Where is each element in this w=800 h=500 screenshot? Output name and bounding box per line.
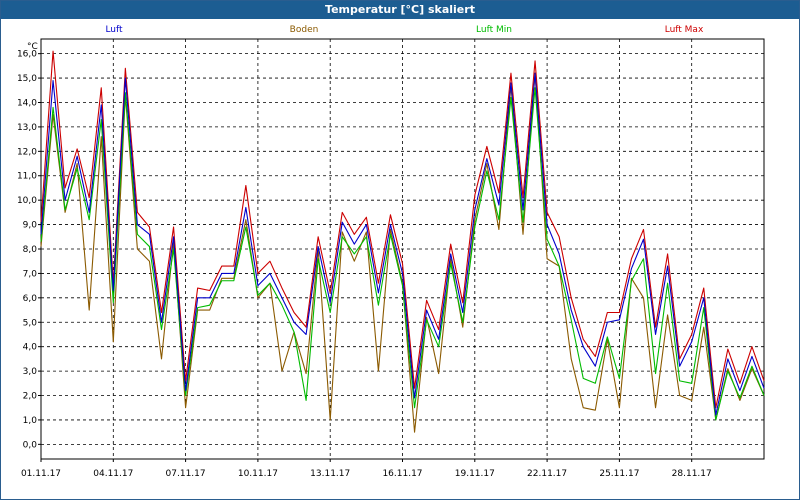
x-axis: 01.11.17 04.11.17 07.11.17 10.11.17 13.11.17…: [21, 459, 712, 479]
x-tick-label: 16.11.17: [382, 469, 422, 479]
x-tick-label: 28.11.17: [672, 469, 712, 479]
x-tick-label: 04.11.17: [93, 469, 133, 479]
y-tick-label: 5,0: [23, 318, 38, 328]
x-tick-label: 13.11.17: [310, 469, 350, 479]
x-tick-label: 07.11.17: [166, 469, 206, 479]
x-tick-label: 22.11.17: [527, 469, 567, 479]
y-tick-label: 12,0: [17, 147, 37, 157]
y-tick-label: 11,0: [17, 172, 37, 182]
x-tick-label: 19.11.17: [455, 469, 495, 479]
y-tick-label: 1,0: [23, 416, 38, 426]
y-axis: 0,0 1,0 2,0 3,0 4,0 5,0 6,0 7,0 8,0 9,0 10,0 11,0 12…: [17, 50, 41, 450]
chart-window: Temperatur [°C] skaliert Luft Boden Luft…: [0, 0, 800, 500]
x-tick-label: 01.11.17: [21, 469, 61, 479]
y-tick-label: 9,0: [23, 221, 38, 231]
y-tick-label: 15,0: [17, 74, 37, 84]
y-tick-label: 14,0: [17, 98, 37, 108]
y-tick-label: 16,0: [17, 50, 37, 60]
y-tick-label: 7,0: [23, 269, 38, 279]
y-tick-label: 3,0: [23, 367, 38, 377]
y-tick-label: 6,0: [23, 294, 38, 304]
y-tick-label: 8,0: [23, 245, 38, 255]
y-tick-label: 2,0: [23, 392, 38, 402]
temperature-chart: °C 0,01,02,03,04,05,06,07,08,09,010,011,…: [17, 38, 765, 479]
y-tick-label: 0,0: [23, 440, 38, 450]
y-tick-label: 13,0: [17, 123, 37, 133]
x-tick-label: 25.11.17: [599, 469, 639, 479]
x-tick-label: 10.11.17: [238, 469, 278, 479]
y-tick-label: 10,0: [17, 196, 37, 206]
y-tick-label: 4,0: [23, 343, 38, 353]
